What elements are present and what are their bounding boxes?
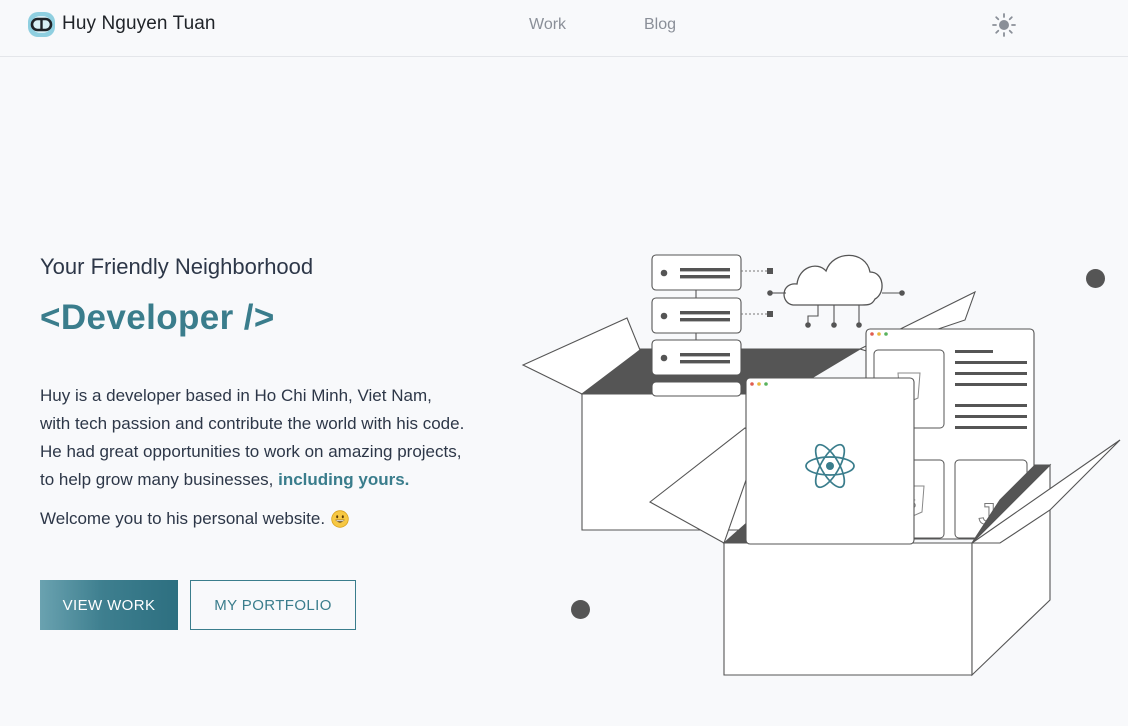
my-portfolio-button[interactable]: MY PORTFOLIO (190, 580, 356, 630)
brand-logo-icon (28, 11, 55, 37)
sun-icon (992, 13, 1016, 37)
theme-toggle-button[interactable] (990, 11, 1018, 39)
front-box-front (723, 542, 973, 676)
welcome-text: Welcome you to his personal website. (40, 509, 326, 528)
server-unit (651, 381, 742, 397)
hero-welcome: Welcome you to his personal website. (40, 505, 349, 533)
brand-link[interactable]: Huy Nguyen Tuan (26, 8, 216, 40)
nav-link-work[interactable]: Work (529, 16, 566, 34)
developer-box-illustration: 5 JS (521, 254, 1121, 677)
top-navbar: Huy Nguyen Tuan Work Blog (0, 0, 1128, 57)
hero-eyebrow: Your Friendly Neighborhood (40, 254, 314, 279)
hero-desc-line: He had great opportunities to work on am… (40, 442, 462, 461)
nav-link-blog[interactable]: Blog (644, 16, 676, 34)
including-yours-link[interactable]: including yours. (278, 470, 409, 489)
view-work-button[interactable]: VIEW WORK (40, 580, 178, 630)
hero-desc-text: to help grow many businesses, (40, 470, 279, 489)
grinning-face-icon (331, 510, 349, 528)
hero-title: <Developer /> (40, 298, 275, 337)
react-window (745, 377, 915, 545)
hero-desc-line: to help grow many businesses, including … (40, 466, 520, 494)
hero-description: Huy is a developer based in Ho Chi Minh,… (40, 382, 520, 494)
cloud-icon (767, 254, 905, 328)
hero-desc-line: Huy is a developer based in Ho Chi Minh,… (40, 386, 432, 405)
brand-name: Huy Nguyen Tuan (62, 13, 216, 34)
hero-desc-line: with tech passion and contribute the wor… (40, 414, 465, 433)
